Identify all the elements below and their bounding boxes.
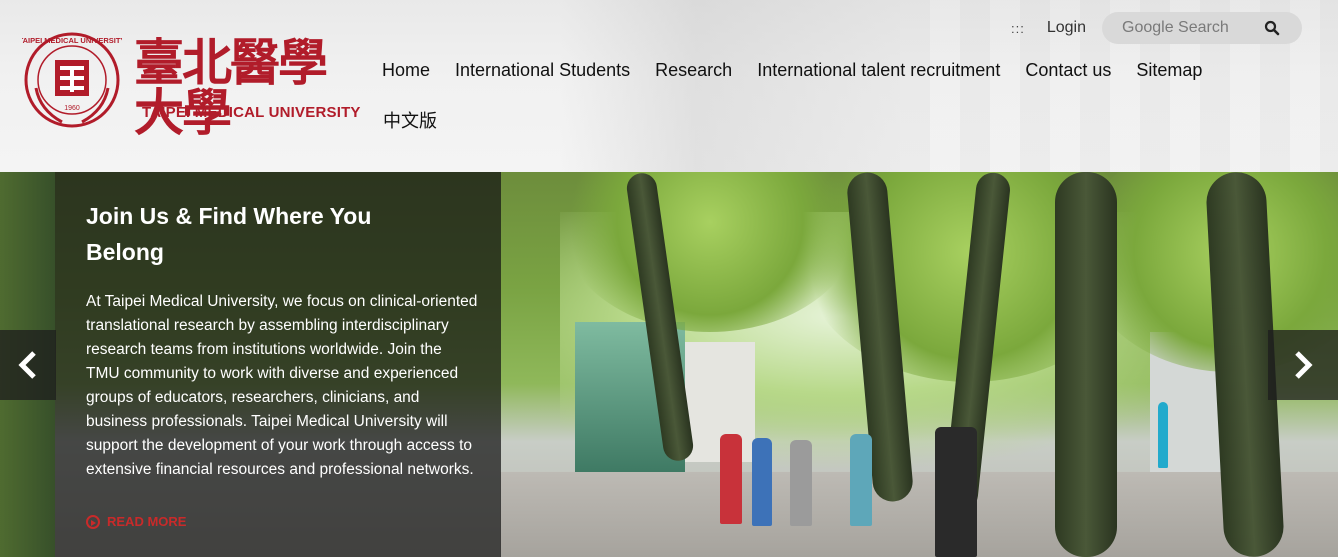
- hero-description: At Taipei Medical University, we focus o…: [86, 293, 478, 478]
- arrow-circle-right-icon: [86, 514, 100, 529]
- post-marker: [1158, 402, 1168, 468]
- walking-person: [720, 434, 742, 524]
- nav-item-chinese-version[interactable]: 中文版: [383, 107, 437, 133]
- university-logo[interactable]: 1960 TAIPEI MEDICAL UNIVERSITY 臺北醫學大學 TA…: [22, 30, 362, 138]
- slider-prev-button[interactable]: [0, 330, 56, 400]
- university-seal-icon: 1960 TAIPEI MEDICAL UNIVERSITY: [22, 32, 122, 128]
- nav-item-research[interactable]: Research: [655, 60, 732, 81]
- login-link[interactable]: Login: [1047, 19, 1086, 37]
- chevron-left-icon: [18, 351, 36, 379]
- top-utility-bar: ::: Login: [1011, 12, 1302, 44]
- search-box: [1102, 12, 1302, 44]
- site-header: 1960 TAIPEI MEDICAL UNIVERSITY 臺北醫學大學 TA…: [0, 0, 1338, 172]
- nav-item-international-talent-recruitment[interactable]: International talent recruitment: [757, 60, 1000, 81]
- hero-background-walkway: [500, 472, 1338, 557]
- accesskey-link[interactable]: :::: [1011, 21, 1025, 36]
- walking-person: [850, 434, 872, 526]
- search-icon[interactable]: [1264, 20, 1280, 36]
- nav-item-home[interactable]: Home: [382, 60, 430, 81]
- nav-item-international-students[interactable]: International Students: [455, 60, 630, 81]
- logo-english-name: TAIPEI MEDICAL UNIVERSITY: [142, 104, 361, 121]
- main-navigation: Home International Students Research Int…: [382, 60, 1227, 81]
- hero-slider: Join Us & Find Where You Belong At Taipe…: [0, 172, 1338, 557]
- nav-item-contact-us[interactable]: Contact us: [1025, 60, 1111, 81]
- hero-title: Join Us & Find Where You Belong: [86, 203, 372, 265]
- walking-person: [752, 438, 772, 526]
- nav-item-sitemap[interactable]: Sitemap: [1136, 60, 1202, 81]
- slider-next-button[interactable]: [1268, 330, 1338, 400]
- read-more-link[interactable]: READ MORE: [86, 514, 186, 529]
- seal-text: TAIPEI MEDICAL UNIVERSITY: [22, 36, 122, 45]
- walking-person: [790, 440, 812, 526]
- seal-year: 1960: [64, 105, 80, 112]
- chevron-right-icon: [1295, 351, 1313, 379]
- search-input[interactable]: [1102, 18, 1264, 38]
- read-more-label: READ MORE: [107, 514, 187, 529]
- tree-trunk: [1055, 172, 1117, 557]
- walking-person: [935, 427, 977, 557]
- logo-chinese-name: 臺北醫學大學: [134, 33, 328, 142]
